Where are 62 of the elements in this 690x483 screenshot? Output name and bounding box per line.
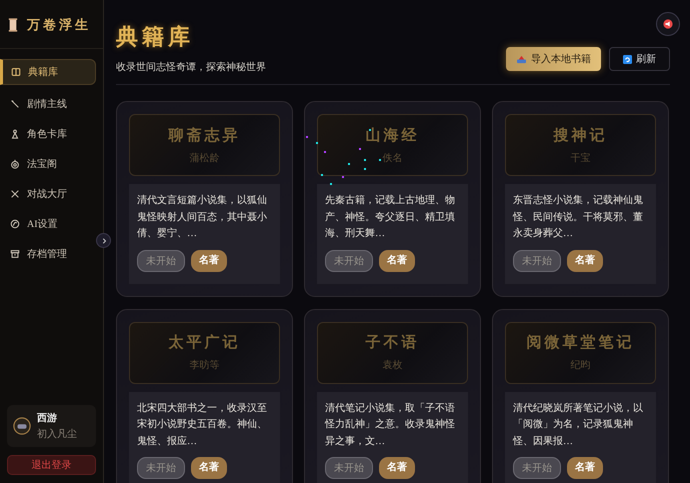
swords-icon — [10, 189, 20, 199]
refresh-icon — [623, 54, 632, 64]
book-author: 袁枚 — [382, 358, 402, 372]
person-icon — [10, 129, 20, 139]
app-logo-text: 万卷浮生 — [27, 16, 91, 34]
book-card[interactable]: 阅微草堂笔记 纪昀 清代纪晓岚所著笔记小说，以「阅微」为名，记录狐鬼神怪、因果报… 未开始 名著 — [492, 308, 669, 483]
mute-button[interactable] — [656, 12, 680, 36]
category-tag: 名著 — [567, 250, 603, 272]
book-card[interactable]: 搜神记 干宝 东晋志怪小说集，记载神仙鬼怪、民间传说。干将莫邪、董永卖身葬父… 未开始 名著 — [492, 101, 669, 296]
book-card[interactable]: 子不语 袁枚 清代笔记小说集，取「子不语怪力乱神」之意。收录鬼神怪异之事，文… 未开始 名著 — [304, 308, 481, 483]
refresh-button[interactable]: 刷新 — [609, 47, 670, 71]
nav-item[interactable]: 剧情主线 — [0, 93, 96, 115]
book-icon — [11, 67, 21, 77]
category-tag: 名著 — [379, 250, 415, 272]
book-author: 蒲松龄 — [190, 152, 220, 164]
book-description: 先秦古籍，记载上古地理、物产、神怪。夸父逐日、精卫填海、刑天舞… — [325, 194, 456, 241]
book-author: 干宝 — [570, 152, 590, 164]
category-tag: 名著 — [567, 457, 603, 479]
book-author: 李昉等 — [190, 358, 220, 372]
book-title: 搜神记 — [554, 126, 608, 144]
collapse-button[interactable] — [96, 233, 111, 248]
book-card[interactable]: 山海经 佚名 先秦古籍，记载上古地理、物产、神怪。夸父逐日、精卫填海、刑天舞… 未开始 名著 — [304, 101, 481, 296]
book-title: 子不语 — [366, 334, 420, 352]
nav-item[interactable]: AI设置 — [0, 213, 96, 235]
book-description: 清代笔记小说集，取「子不语怪力乱神」之意。收录鬼神怪异之事，文… — [325, 402, 456, 448]
status-tag: 未开始 — [137, 457, 185, 479]
status-tag: 未开始 — [513, 250, 561, 272]
book-title: 太平广记 — [168, 333, 240, 352]
status-tag: 未开始 — [325, 250, 373, 272]
category-tag: 名著 — [379, 457, 415, 479]
book-description: 东晋志怪小说集，记载神仙鬼怪、民间传说。干将莫邪、董永卖身葬父… — [513, 194, 644, 241]
book-description: 北宋四大部书之一，收录汉至宋初小说野史五百卷。神仙、鬼怪、报应… — [137, 402, 268, 448]
archive-icon — [10, 249, 20, 259]
status-tag: 未开始 — [325, 457, 373, 479]
book-title: 聊斋志异 — [168, 126, 240, 144]
book-description: 清代纪晓岚所著笔记小说，以「阅微」为名，记录狐鬼神怪、因果报… — [513, 402, 644, 448]
book-title: 山海经 — [366, 126, 420, 144]
user-name: 西游 — [37, 412, 58, 425]
status-tag: 未开始 — [137, 250, 185, 272]
book-card[interactable]: 聊斋志异 蒲松龄 清代文言短篇小说集，以狐仙鬼怪映射人间百态，其中聂小倩、婴宁、… 未开始 名著 — [116, 101, 293, 296]
status-tag: 未开始 — [513, 457, 561, 479]
page-subtitle: 收录世间志怪奇谭，探索神秘世界 — [116, 60, 266, 74]
category-tag: 名著 — [191, 250, 227, 272]
chevron-right-icon — [100, 238, 106, 244]
book-title: 阅微草堂笔记 — [526, 333, 634, 352]
scroll-icon — [8, 18, 18, 32]
nav-item[interactable]: 角色卡库 — [0, 123, 96, 145]
book-author: 纪昀 — [570, 359, 590, 372]
book-description: 清代文言短篇小说集，以狐仙鬼怪映射人间百态，其中聂小倩、婴宁、… — [137, 194, 268, 241]
page-title: 典籍库 — [116, 23, 195, 51]
mute-icon — [663, 19, 673, 29]
nav-item[interactable]: 法宝阁 — [0, 153, 96, 175]
book-author: 佚名 — [382, 152, 402, 164]
nav-item[interactable]: 典籍库 — [0, 59, 96, 85]
category-tag: 名著 — [191, 457, 227, 479]
book-card[interactable]: 太平广记 李昉等 北宋四大部书之一，收录汉至宋初小说野史五百卷。神仙、鬼怪、报应… 未开始 名著 — [116, 308, 293, 483]
logout-button[interactable]: 退出登录 — [7, 455, 96, 475]
nav-item[interactable]: 存档管理 — [0, 243, 96, 265]
upload-icon — [516, 54, 527, 64]
user-rank: 初入凡尘 — [37, 428, 77, 441]
import-button[interactable]: 导入本地书籍 — [506, 47, 601, 71]
nav-item[interactable]: 对战大厅 — [0, 183, 96, 205]
